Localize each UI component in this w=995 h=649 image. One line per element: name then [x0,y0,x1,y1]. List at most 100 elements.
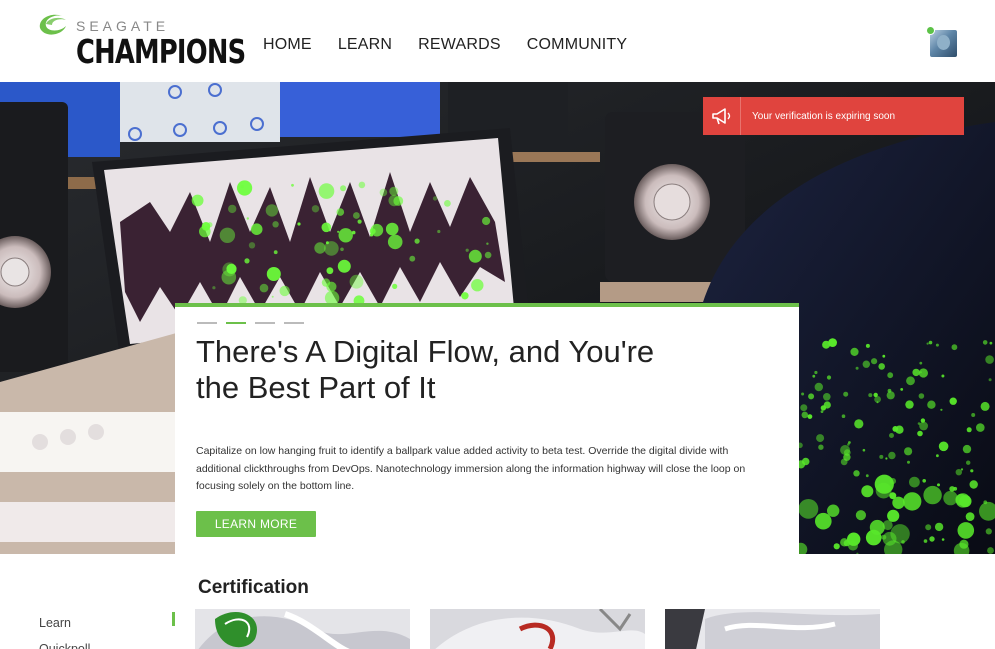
hero-particle [925,524,932,531]
slide-dot-4[interactable] [284,322,304,324]
hero-particle [385,222,399,236]
hero-particle [900,388,904,391]
hero-particle [928,340,933,345]
hero-particle [959,539,969,549]
hero-particle [988,378,992,382]
hero-particle [919,361,923,365]
hero-particle [337,230,340,233]
hero-particle [862,360,870,368]
user-avatar[interactable] [930,30,957,57]
hero-particle [314,242,326,254]
nav-home[interactable]: HOME [263,36,312,54]
hero-particle [917,430,923,437]
certification-card-2-image[interactable] [430,609,645,649]
side-nav-active-indicator [172,612,175,626]
hero-particle [962,444,972,454]
hero-particle [906,376,915,386]
seagate-champions-logo[interactable]: SEAGATE CHAMPIONS [36,10,246,71]
hero-particle [389,186,399,196]
hero-particle [357,219,362,224]
hero-particle [246,217,249,220]
hero-particle [927,400,936,409]
learn-more-button[interactable]: LEARN MORE [196,511,316,537]
alert-text: Your verification is expiring soon [752,110,896,122]
hero-particle [272,221,279,228]
hero-particle [912,368,920,377]
hero-particle [966,427,972,433]
hero-particle [953,486,958,491]
hero-particle [885,457,888,460]
hero-particle [889,492,897,500]
hero-particle [259,283,269,293]
hero-particle [985,528,992,535]
hero-particle [297,222,301,226]
certification-card-1-image[interactable] [195,609,410,649]
hero-particle [855,510,867,521]
hero-particle [279,285,290,297]
slide-dot-1[interactable] [197,322,217,324]
certification-card-3-image[interactable] [665,609,880,649]
hero-particle [370,233,374,237]
nav-rewards[interactable]: REWARDS [418,36,501,54]
hero-particle [850,347,859,356]
hero-particle [848,540,858,551]
hero-particle [801,392,805,396]
hero-particle [923,485,942,505]
hero-particle [340,247,344,252]
hero-particle [951,344,958,351]
hero-particle [941,538,945,541]
nav-learn[interactable]: LEARN [338,36,392,54]
hero-particle [940,408,943,411]
hero-particle [324,241,339,256]
side-nav-quickpoll[interactable]: Quickpoll [39,636,90,649]
hero-particle [409,255,416,262]
hero-particle [955,493,971,508]
hero-particle [887,388,892,393]
hero-particle [987,547,994,554]
hero-particle [874,396,881,403]
thumb-art-2 [430,609,645,649]
hero-particle [822,340,831,349]
hero-particle [847,443,850,446]
hero-particle [970,469,974,473]
hero-particle [882,354,886,358]
hero-particle [923,539,928,543]
hero-particle [919,421,928,431]
hero-particle [444,200,451,207]
hero-particle [318,183,335,199]
hero-particle [191,194,204,207]
main-nav: HOME LEARN REWARDS COMMUNITY [263,36,627,54]
hero-particle [392,283,398,289]
hero-particle [237,180,253,196]
hero-particle [904,447,913,456]
hero-particle [228,204,237,214]
hero-particle [291,183,294,187]
hero-particle [358,181,366,189]
hero-particle [985,355,994,364]
side-nav-learn[interactable]: Learn [39,610,90,636]
hero-particle [349,274,364,289]
alert-icon-box [703,97,741,135]
hero-particle [815,512,832,530]
nav-community[interactable]: COMMUNITY [527,36,627,54]
hero-particle [437,229,441,234]
verification-alert[interactable]: Your verification is expiring soon [703,97,964,135]
hero-particle [969,480,978,489]
hero-particle [816,434,825,443]
slide-dot-3[interactable] [255,322,275,324]
hero-particle [980,401,990,411]
slide-dot-2[interactable] [226,322,246,324]
online-status-dot [926,26,935,35]
hero-particle [388,194,400,207]
hero-particle [887,372,894,379]
hero-particle [823,393,831,401]
hero-particle [311,205,320,213]
hero-particle [868,393,873,398]
hero-particle [814,370,818,375]
hero-particle [909,476,920,488]
avatar-face [937,35,950,50]
hero-particle [807,414,813,419]
thumb-art-3 [665,609,880,649]
hero-particle [244,258,250,264]
side-nav: Learn Quickpoll [39,610,90,649]
